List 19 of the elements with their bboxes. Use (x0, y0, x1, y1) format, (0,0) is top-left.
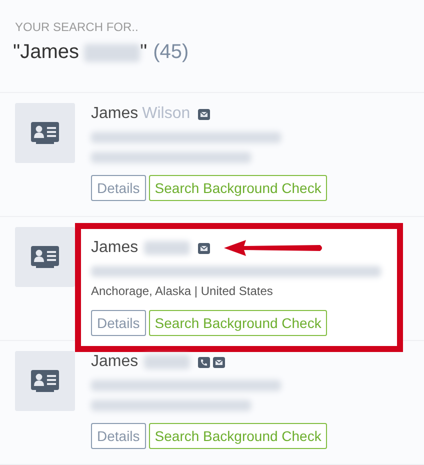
search-label: YOUR SEARCH FOR.. (15, 20, 140, 34)
background-check-button[interactable]: Search Background Check (148, 175, 328, 201)
person-first-name: James (91, 353, 138, 371)
location-text: Anchorage, Alaska | United States (91, 284, 273, 298)
contact-card-icon (31, 122, 59, 144)
details-button[interactable]: Details (91, 423, 146, 449)
result-count: (45) (153, 41, 189, 64)
person-first-name: James (91, 105, 138, 123)
background-check-button[interactable]: Search Background Check (148, 423, 328, 449)
quote-mark: " (140, 41, 148, 64)
person-first-name: James (91, 239, 138, 257)
contact-card-icon (31, 246, 59, 268)
details-button[interactable]: Details (91, 310, 146, 336)
contact-card-icon (31, 370, 59, 392)
background-check-button[interactable]: Search Background Check (148, 310, 328, 336)
details-button[interactable]: Details (91, 175, 146, 201)
search-query: "James (13, 41, 80, 64)
person-surname: Wilson (142, 105, 190, 123)
arrow-icon (224, 240, 324, 256)
